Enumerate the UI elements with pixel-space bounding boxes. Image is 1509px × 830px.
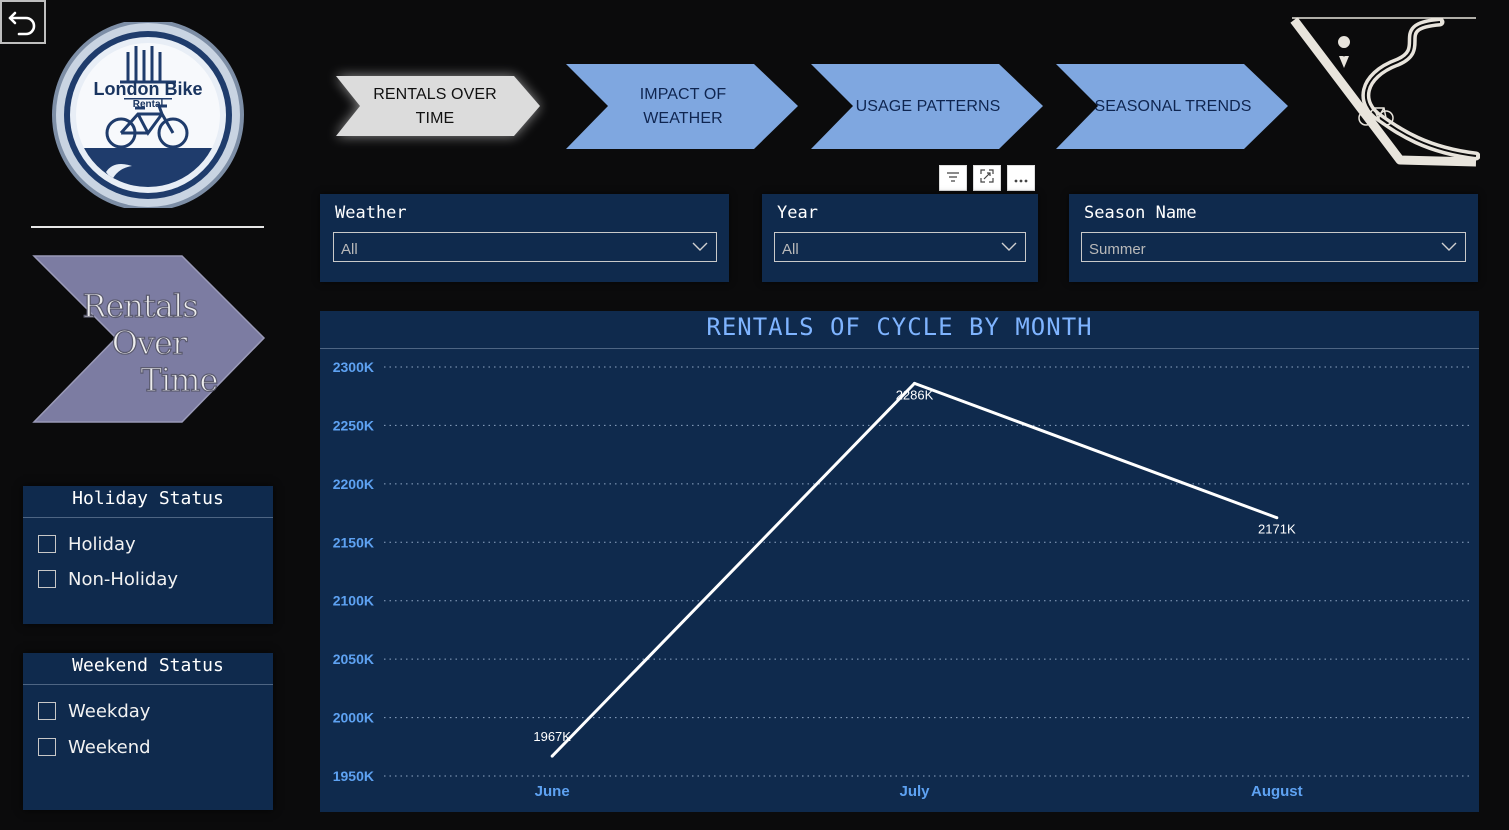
x-tick-label: June (535, 783, 570, 800)
x-tick-label: July (899, 783, 930, 800)
y-tick-label: 2150K (333, 534, 374, 550)
nav-rentals-over-time[interactable]: RENTALS OVER TIME (332, 64, 544, 150)
x-tick-label: August (1251, 783, 1303, 800)
season-dropdown[interactable]: Summer (1081, 232, 1466, 262)
non-holiday-label: Non-Holiday (68, 568, 179, 590)
year-slicer: Year All (762, 194, 1038, 282)
non-holiday-checkbox[interactable] (38, 570, 56, 588)
data-label: 2286K (896, 387, 934, 402)
data-point (550, 754, 554, 758)
focus-mode-icon (979, 168, 995, 188)
more-options-button[interactable] (1007, 165, 1035, 191)
nav-impact-of-weather[interactable]: IMPACT OF WEATHER (566, 64, 800, 150)
london-bike-rental-logo: London Bike Rental (50, 19, 246, 211)
focus-mode-button[interactable] (973, 165, 1001, 191)
season-dropdown-value: Summer (1089, 241, 1146, 258)
chart-canvas: 2300K 2250K 2200K 2150K 2100K 2050K 2000K 1950K… (333, 359, 1471, 800)
y-tick-label: 2300K (333, 359, 374, 375)
holiday-label: Holiday (68, 533, 136, 555)
bike-route-map-graphic (1290, 14, 1481, 186)
map-pin-icon (1338, 36, 1351, 68)
year-dropdown[interactable]: All (774, 232, 1026, 262)
y-tick-label: 1950K (333, 768, 374, 784)
weather-dropdown[interactable]: All (333, 232, 717, 262)
y-tick-label: 2200K (333, 476, 374, 492)
weekend-label: Weekend (68, 736, 151, 758)
y-tick-label: 2100K (333, 593, 374, 609)
nav-weather-label: IMPACT OF WEATHER (639, 86, 727, 127)
back-button[interactable] (0, 0, 46, 44)
y-tick-label: 2000K (333, 710, 374, 726)
season-slicer-title: Season Name (1084, 203, 1197, 223)
weekday-checkbox[interactable] (38, 702, 56, 720)
weekend-status-slicer: Weekend Status Weekday Weekend (23, 653, 273, 810)
y-tick-label: 2050K (333, 651, 374, 667)
year-dropdown-value: All (782, 241, 799, 258)
year-slicer-title: Year (777, 203, 818, 223)
season-slicer: Season Name Summer (1069, 194, 1478, 282)
weekend-status-title: Weekend Status (72, 655, 224, 676)
holiday-title-divider (23, 517, 273, 518)
rentals-line-chart: 2300K 2250K 2200K 2150K 2100K 2050K 2000K 1950K… (320, 311, 1479, 812)
filter-button[interactable] (939, 165, 967, 191)
weekday-label: Weekday (68, 700, 151, 722)
chart-title-divider (320, 348, 1479, 349)
weekend-option[interactable]: Weekend (38, 735, 151, 759)
data-label: 2171K (1258, 522, 1296, 537)
weather-slicer-title: Weather (335, 203, 407, 223)
holiday-option[interactable]: Holiday (38, 532, 136, 556)
non-holiday-option[interactable]: Non-Holiday (38, 567, 178, 591)
data-label: 1967K (533, 729, 571, 744)
nav-usage-label: USAGE PATTERNS (855, 98, 1001, 115)
back-arrow-icon (6, 3, 40, 41)
chart-title: RENTALS OF CYCLE BY MONTH (706, 313, 1093, 341)
badge-line2: Over (112, 324, 188, 362)
weekend-checkbox[interactable] (38, 738, 56, 756)
data-point (913, 381, 916, 385)
chevron-down-icon (1441, 242, 1457, 251)
chevron-down-icon (1001, 242, 1017, 251)
weather-dropdown-value: All (341, 241, 358, 258)
nav-usage-patterns[interactable]: USAGE PATTERNS (811, 64, 1045, 150)
weekend-title-divider (23, 684, 273, 685)
nav-rentals-label: RENTALS OVER TIME (373, 86, 497, 127)
logo-title: London Bike (94, 79, 203, 99)
more-options-icon (1013, 169, 1029, 188)
weather-slicer: Weather All (320, 194, 729, 282)
holiday-status-slicer: Holiday Status Holiday Non-Holiday (23, 486, 273, 624)
page-title-badge: Rentals Over Time (32, 254, 266, 424)
series-line (551, 381, 1278, 758)
badge-line1: Rentals (82, 287, 197, 325)
badge-line3: Time (141, 361, 218, 399)
chevron-down-icon (692, 242, 708, 251)
filter-icon (945, 169, 961, 188)
weekday-option[interactable]: Weekday (38, 699, 150, 723)
holiday-checkbox[interactable] (38, 535, 56, 553)
data-point (1275, 516, 1279, 520)
holiday-status-title: Holiday Status (72, 488, 224, 509)
y-tick-label: 2250K (333, 417, 374, 433)
nav-seasonal-label: SEASONAL TRENDS (1094, 98, 1252, 115)
logo-divider (31, 226, 264, 228)
nav-seasonal-trends[interactable]: SEASONAL TRENDS (1056, 64, 1290, 150)
